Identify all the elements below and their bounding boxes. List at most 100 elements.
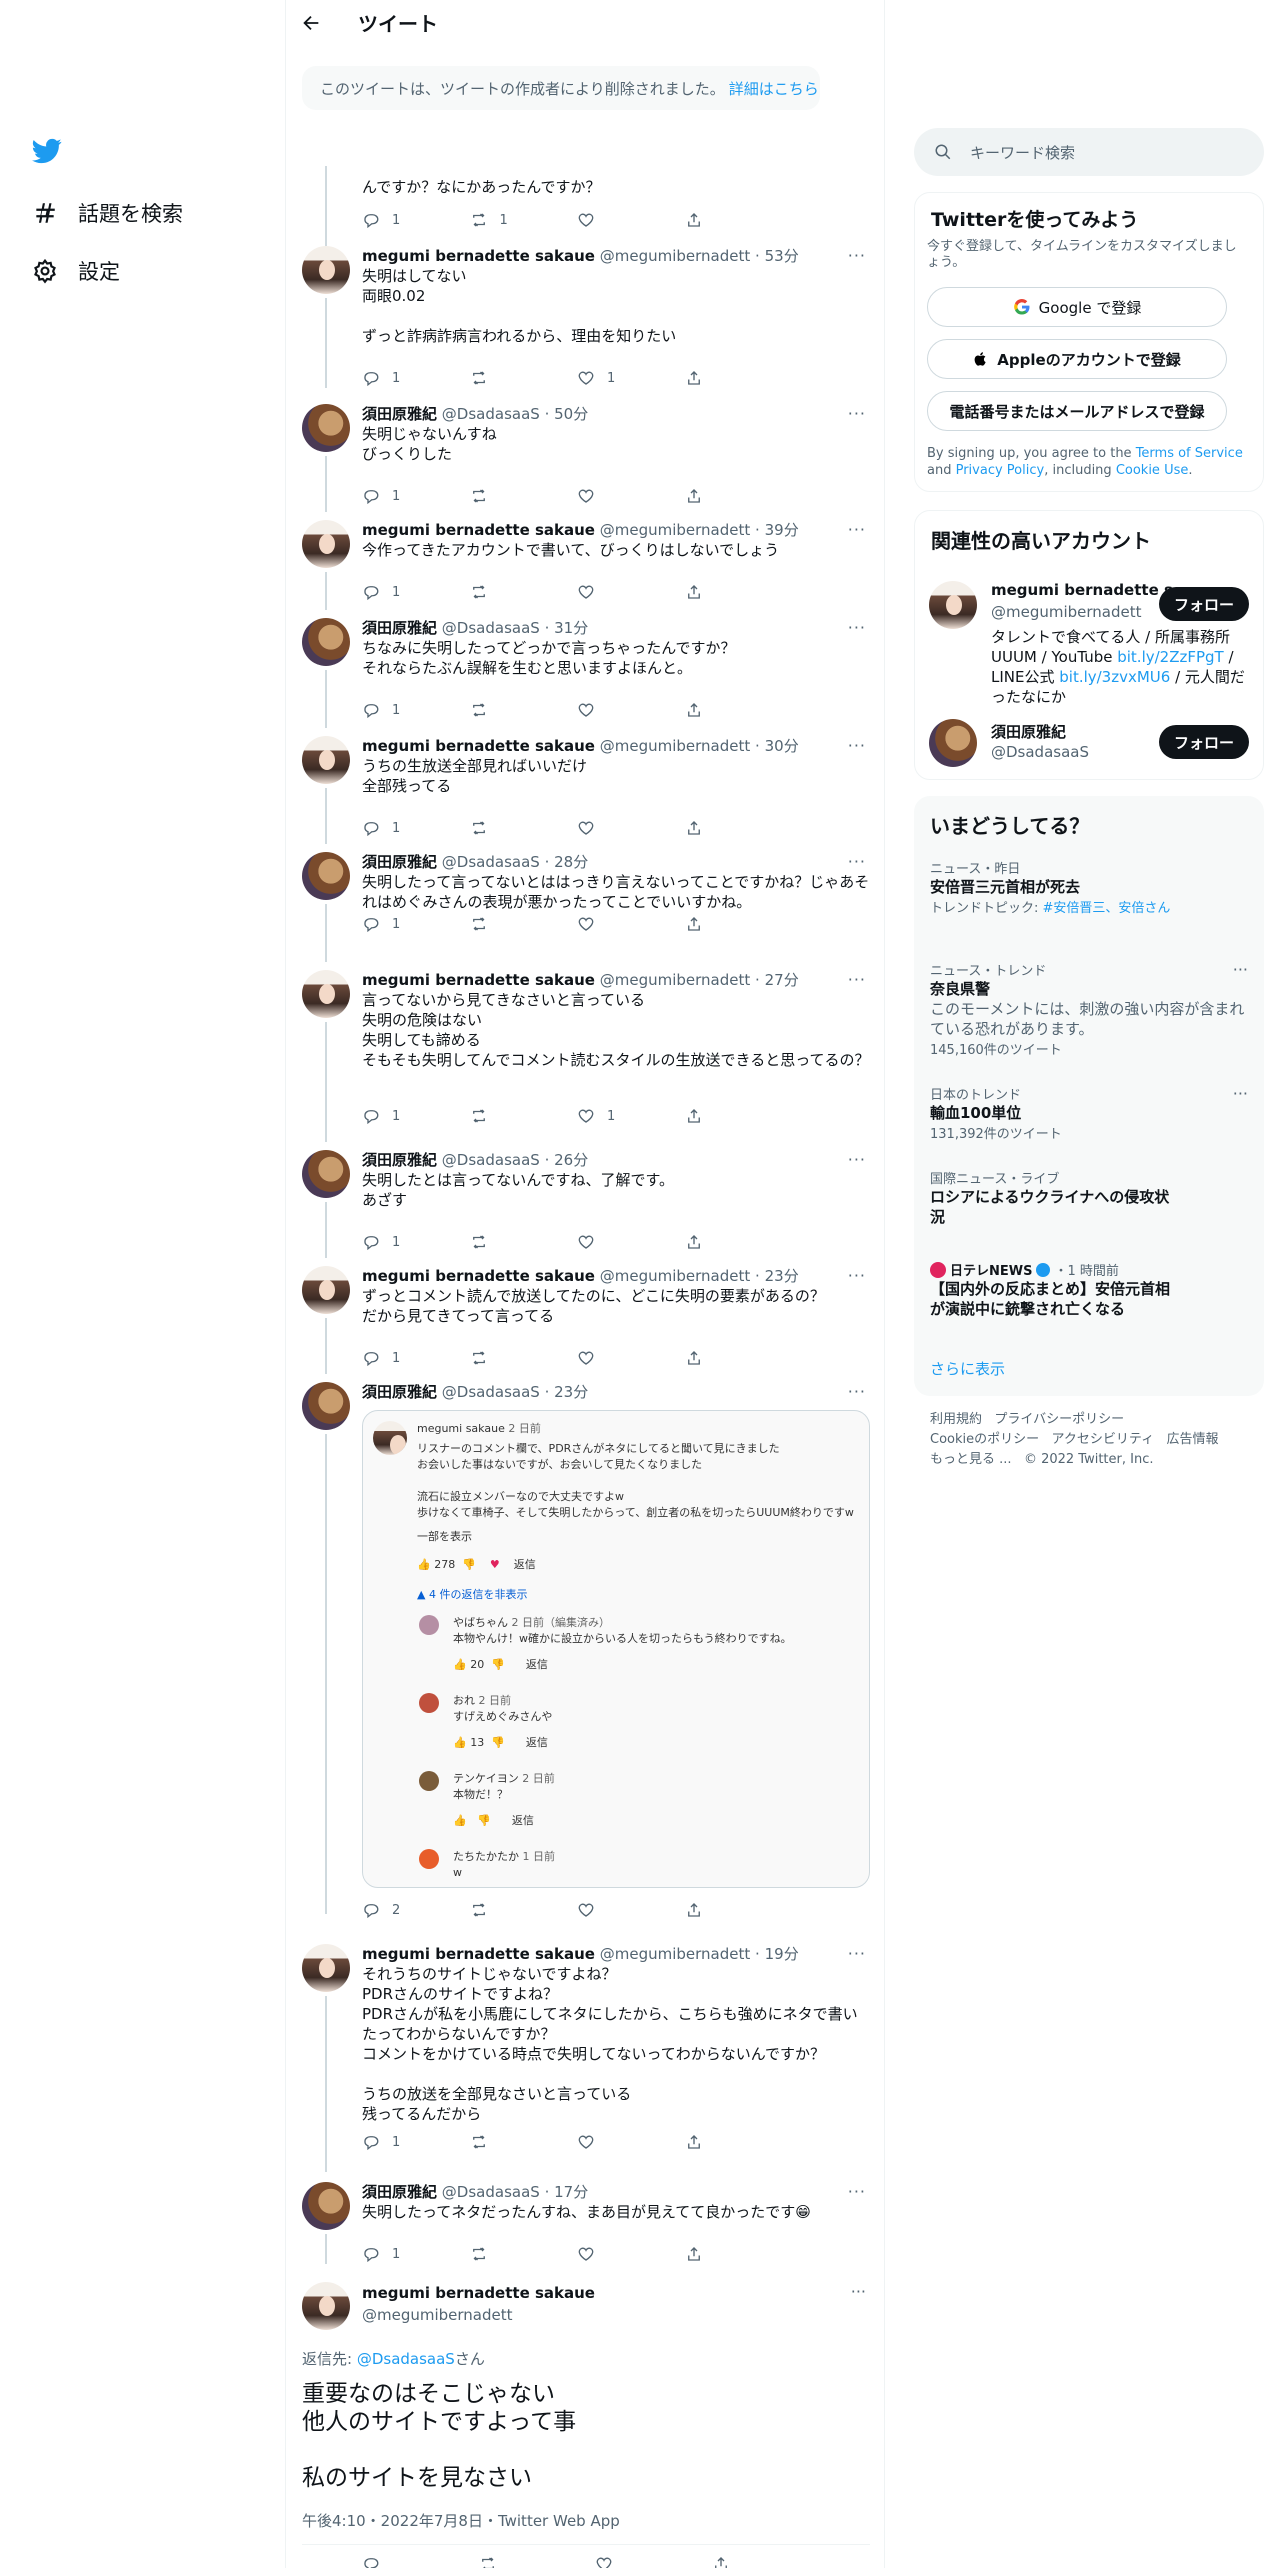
- tweet-time[interactable]: 26分: [554, 1151, 588, 1169]
- like-button[interactable]: [577, 2244, 685, 2264]
- like-button[interactable]: [577, 700, 685, 720]
- tweet-time[interactable]: 23分: [554, 1383, 588, 1401]
- reply-button[interactable]: 1: [362, 582, 470, 602]
- share-button[interactable]: [685, 486, 793, 506]
- like-button[interactable]: [577, 582, 685, 602]
- tweet-time[interactable]: 23分: [765, 1267, 799, 1285]
- like-button[interactable]: [595, 2554, 712, 2568]
- tweet-time[interactable]: 39分: [765, 521, 799, 539]
- yt-hide-replies[interactable]: ▲ 4 件の返信を非表示: [417, 1587, 527, 1603]
- like-button[interactable]: 1: [577, 1106, 685, 1126]
- avatar[interactable]: [302, 2182, 350, 2230]
- tweet-time[interactable]: 27分: [765, 971, 799, 989]
- trend-item[interactable]: ニュース・トレンド 奈良県警 このモーメントには、刺激の強い内容が含まれている恐…: [930, 960, 1250, 1058]
- reply-button[interactable]: 1: [362, 2244, 470, 2264]
- tweet-author-handle[interactable]: @megumibernadett: [600, 971, 751, 989]
- tweet-author-name[interactable]: 須田原雅紀: [362, 1151, 437, 1169]
- tweet-author-name[interactable]: megumi bernadette sakaue: [362, 521, 595, 539]
- phone-signup-button[interactable]: 電話番号またはメールアドレスで登録: [927, 391, 1227, 431]
- follow-button[interactable]: フォロー: [1159, 587, 1249, 621]
- account-row[interactable]: megumi bernadette s... @megumibernadett …: [915, 567, 1265, 706]
- tweet-time[interactable]: 31分: [554, 619, 588, 637]
- trend-topic[interactable]: #安倍晋三、安倍さん: [1043, 901, 1171, 916]
- share-button[interactable]: [685, 700, 793, 720]
- share-button[interactable]: [685, 2132, 793, 2152]
- like-button[interactable]: [577, 1348, 685, 1368]
- tweet-time[interactable]: 19分: [765, 1945, 799, 1963]
- reply-button[interactable]: 1: [362, 2132, 470, 2152]
- share-button[interactable]: [685, 1232, 793, 1252]
- tweet[interactable]: megumi bernadette sakaue @megumibernadet…: [302, 970, 870, 1142]
- avatar[interactable]: [302, 520, 350, 568]
- tweet-author-name[interactable]: megumi bernadette sakaue: [362, 1945, 595, 1963]
- more-icon[interactable]: ···: [848, 736, 866, 755]
- footer-accessibility-link[interactable]: アクセシビリティ: [1052, 1432, 1155, 1447]
- reply-button[interactable]: 2: [362, 1900, 470, 1920]
- tweet[interactable]: 須田原雅紀 @DsadasaaS · 28分 失明したって言ってないとははっきり…: [302, 852, 870, 962]
- trend-item[interactable]: 日本のトレンド 輸血100単位 131,392件のツイート: [930, 1084, 1230, 1142]
- account-name[interactable]: 須田原雅紀: [991, 721, 1066, 742]
- like-button[interactable]: [577, 210, 685, 230]
- more-icon[interactable]: ···: [848, 1266, 866, 1285]
- tweet[interactable]: 須田原雅紀 @DsadasaaS · 31分 ちなみに失明したってどっかで言っち…: [302, 618, 870, 728]
- yt-reply-label[interactable]: 返信: [514, 1558, 536, 1571]
- share-button[interactable]: [685, 368, 793, 388]
- search-box[interactable]: キーワード検索: [914, 128, 1264, 176]
- share-button[interactable]: [685, 1106, 793, 1126]
- more-icon[interactable]: ···: [848, 970, 866, 989]
- retweet-button[interactable]: 1: [470, 210, 578, 230]
- retweet-button[interactable]: [470, 700, 578, 720]
- more-icon[interactable]: ···: [848, 246, 866, 265]
- more-icon[interactable]: ···: [1233, 1084, 1248, 1103]
- tweet-time[interactable]: 17分: [554, 2183, 588, 2201]
- avatar[interactable]: [302, 2282, 350, 2330]
- avatar[interactable]: [302, 970, 350, 1018]
- tweet[interactable]: 須田原雅紀 @DsadasaaS · 50分 失明じゃないんすね びっくりした …: [302, 404, 870, 512]
- tweet-author-name[interactable]: 須田原雅紀: [362, 853, 437, 871]
- focus-name[interactable]: megumi bernadette sakaue: [362, 2284, 595, 2302]
- tweet-author-handle[interactable]: @DsadasaaS: [442, 2183, 540, 2201]
- like-button[interactable]: [577, 486, 685, 506]
- learn-more-link[interactable]: 詳細はこちら: [729, 78, 819, 99]
- avatar[interactable]: [302, 246, 350, 294]
- tweet-author-name[interactable]: megumi bernadette sakaue: [362, 247, 595, 265]
- more-icon[interactable]: ···: [851, 2282, 866, 2301]
- bio-link[interactable]: bit.ly/2ZzFPgT: [1117, 648, 1224, 666]
- retweet-button[interactable]: [470, 1232, 578, 1252]
- reply-button[interactable]: [362, 2554, 479, 2568]
- tweet-time[interactable]: 53分: [765, 247, 799, 265]
- tweet-author-name[interactable]: 須田原雅紀: [362, 1383, 437, 1401]
- embedded-screenshot[interactable]: megumi sakaue 2 日前 リスナーのコメント欄で、PDRさんがネタに…: [362, 1410, 870, 1888]
- tweet[interactable]: megumi bernadette sakaue @megumibernadet…: [302, 1944, 870, 2172]
- share-button[interactable]: [685, 818, 793, 838]
- share-button[interactable]: [685, 2244, 793, 2264]
- tweet-author-handle[interactable]: @DsadasaaS: [442, 853, 540, 871]
- share-button[interactable]: [685, 582, 793, 602]
- like-button[interactable]: 1: [577, 368, 685, 388]
- yt-reply-label[interactable]: 返信: [526, 1658, 548, 1671]
- like-button[interactable]: [577, 2132, 685, 2152]
- more-icon[interactable]: ···: [848, 618, 866, 637]
- trend-item[interactable]: 日テレNEWS ・1 時間前 【国内外の反応まとめ】安倍元首相が演説中に銃撃され…: [930, 1260, 1170, 1319]
- reply-to-link[interactable]: @DsadasaaS: [357, 2350, 455, 2368]
- avatar[interactable]: [302, 1944, 350, 1992]
- reply-button[interactable]: 1: [362, 700, 470, 720]
- reply-button[interactable]: 1: [362, 1106, 470, 1126]
- tweet[interactable]: megumi bernadette sakaue @megumibernadet…: [302, 1266, 870, 1374]
- tweet[interactable]: 須田原雅紀 @DsadasaaS · 23分 ··· 2 megumi saka…: [302, 1382, 870, 1919]
- tweet-author-handle[interactable]: @DsadasaaS: [442, 1383, 540, 1401]
- yt-reply-label[interactable]: 返信: [512, 1814, 534, 1827]
- tweet-time[interactable]: 28分: [554, 853, 588, 871]
- tweet-author-name[interactable]: megumi bernadette sakaue: [362, 737, 595, 755]
- tweet-author-handle[interactable]: @megumibernadett: [600, 1267, 751, 1285]
- privacy-link[interactable]: Privacy Policy: [956, 463, 1045, 478]
- tweet[interactable]: 須田原雅紀 @DsadasaaS · 26分 失明したとは言ってないんですね、了…: [302, 1150, 870, 1258]
- back-arrow-icon[interactable]: [300, 12, 322, 34]
- cookie-link[interactable]: Cookie Use: [1116, 463, 1189, 478]
- avatar[interactable]: [929, 719, 977, 767]
- trend-item[interactable]: 国際ニュース・ライブ ロシアによるウクライナへの侵攻状況: [930, 1168, 1170, 1227]
- tweet-author-handle[interactable]: @megumibernadett: [600, 521, 751, 539]
- like-button[interactable]: [577, 818, 685, 838]
- tweet-author-handle[interactable]: @DsadasaaS: [442, 619, 540, 637]
- yt-reply-label[interactable]: 返信: [526, 1736, 548, 1749]
